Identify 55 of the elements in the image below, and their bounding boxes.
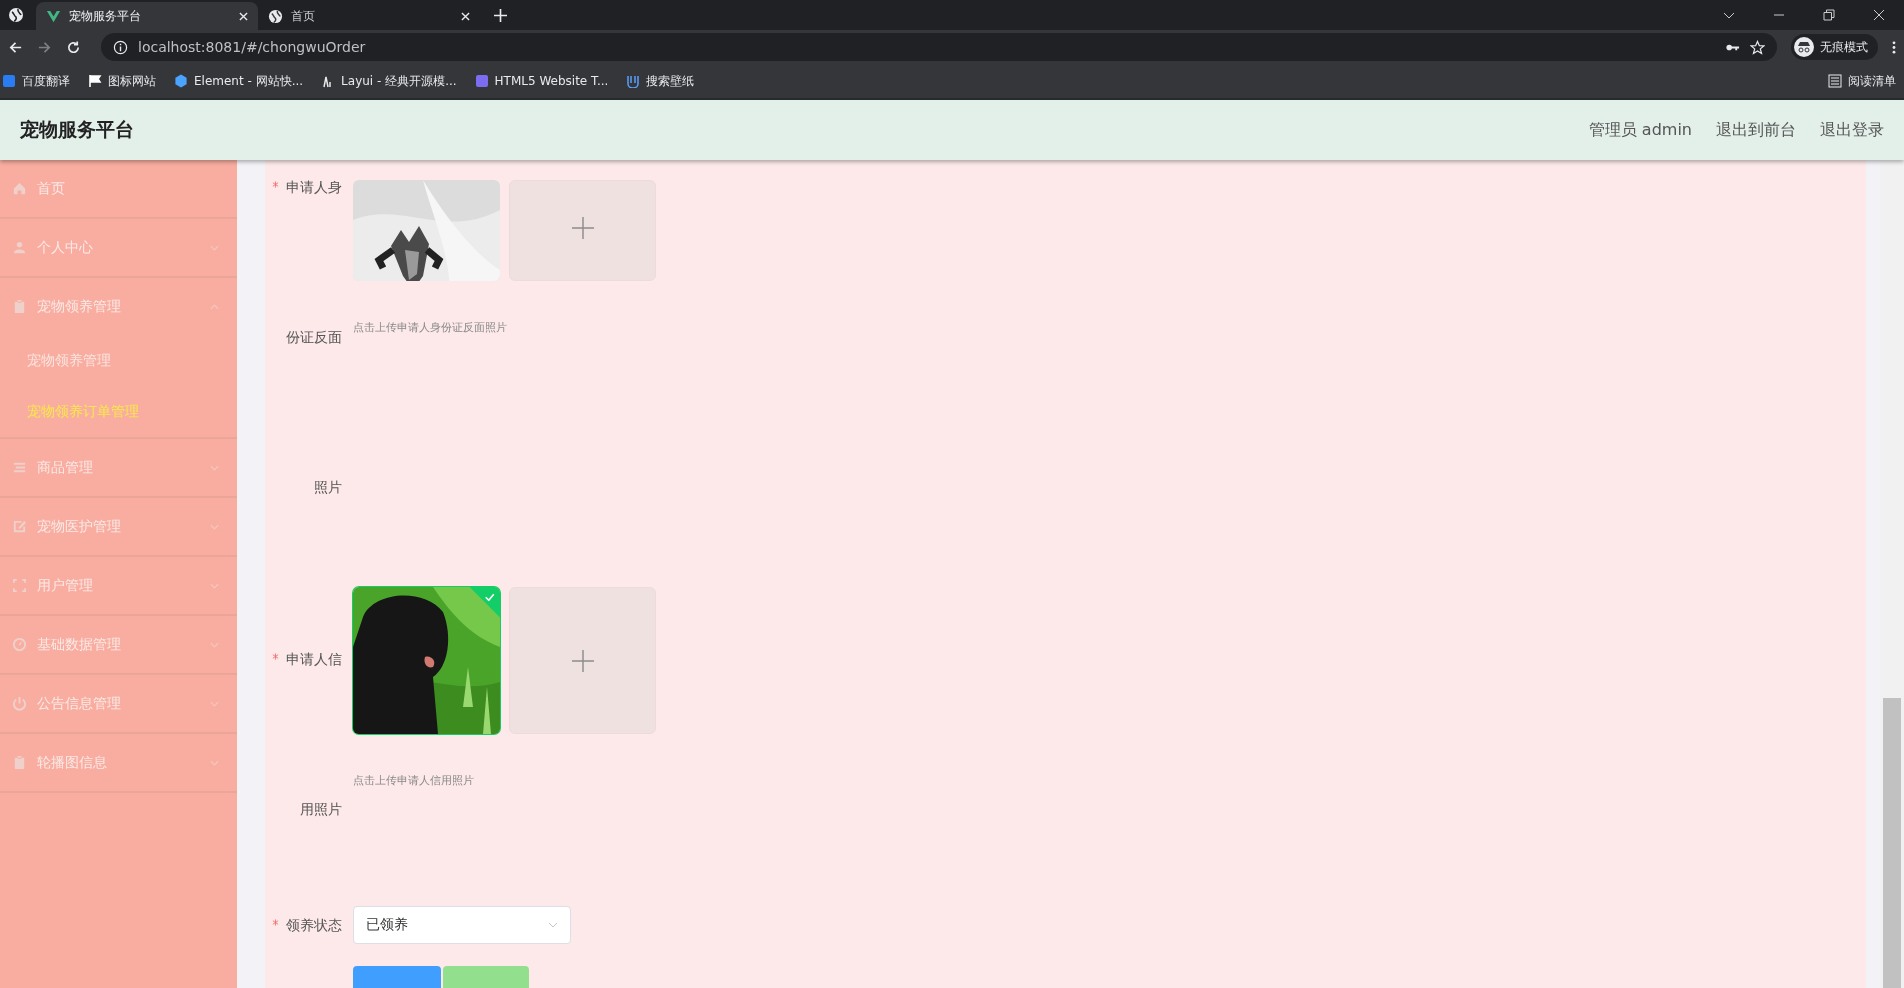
home-icon: [12, 181, 27, 196]
hexagon-icon: [174, 74, 188, 88]
v-icon: [46, 8, 61, 24]
close-icon[interactable]: [1873, 9, 1885, 21]
plus-icon[interactable]: [494, 9, 507, 22]
app-title: 宠物服务平台: [20, 117, 134, 142]
frame-icon: [12, 578, 27, 593]
incognito-icon: [1794, 37, 1814, 57]
square-icon: [474, 74, 489, 88]
bookmark-link[interactable]: HTML5 Website T...: [474, 74, 609, 88]
address-bar[interactable]: localhost:8081/#/chongwuOrder: [101, 33, 1777, 61]
header-link[interactable]: 管理员 admin: [1588, 119, 1692, 141]
reading-list-button[interactable]: 阅读清单: [1828, 72, 1896, 90]
check-icon: [484, 593, 495, 602]
info-icon: [113, 39, 128, 55]
bookmark-link[interactable]: 搜索壁纸: [626, 72, 695, 90]
globe-icon: [8, 7, 24, 23]
bracket-icon: [626, 74, 641, 88]
bookmark-link[interactable]: Element - 网站快...: [174, 72, 304, 90]
list-icon: [12, 460, 27, 475]
browser-tab[interactable]: 首页: [258, 2, 480, 30]
close-icon[interactable]: [461, 11, 470, 21]
flag-icon: [88, 74, 102, 88]
incognito-button[interactable]: 无痕模式: [1791, 34, 1878, 60]
header-link[interactable]: 退出登录: [1820, 119, 1884, 141]
field-label: 领养状态: [285, 916, 342, 935]
field-label: 申请人身份证反面照片: [285, 178, 342, 497]
browser-tab[interactable]: 宠物服务平台: [36, 2, 258, 30]
status-select[interactable]: 已领养: [353, 906, 571, 944]
bookmark-link[interactable]: 百度翻译: [2, 72, 70, 90]
star-icon[interactable]: [1750, 39, 1765, 55]
chevron-down-icon: [548, 922, 558, 928]
scrollbar[interactable]: [1880, 160, 1904, 988]
field-label: 申请人信用照片: [285, 650, 342, 819]
user-icon: [12, 240, 27, 255]
bookmark-link[interactable]: Layui - 经典开源模...: [321, 72, 457, 90]
reload-icon[interactable]: [66, 39, 81, 55]
clipboard-icon: [12, 755, 27, 770]
edit-icon: [12, 519, 27, 534]
power-icon: [12, 696, 27, 711]
url-text: localhost:8081/#/chongwuOrder: [138, 39, 366, 55]
bookmark-link[interactable]: 图标网站: [88, 72, 156, 90]
header-link[interactable]: 退出到前台: [1716, 119, 1796, 141]
square-icon: [2, 74, 16, 88]
plus-icon: [571, 649, 594, 672]
menu-icon[interactable]: [1892, 39, 1896, 55]
close-icon[interactable]: [239, 11, 248, 21]
gauge-icon: [12, 637, 27, 652]
upload-hint: 点击上传申请人信用照片: [353, 773, 475, 788]
plus-icon: [571, 216, 594, 239]
clipboard-icon: [12, 299, 27, 314]
upload-hint: 点击上传申请人身份证反面照片: [353, 320, 508, 335]
list-icon: [1828, 74, 1842, 88]
globe-icon: [268, 8, 283, 24]
restore-icon[interactable]: [1823, 9, 1835, 21]
